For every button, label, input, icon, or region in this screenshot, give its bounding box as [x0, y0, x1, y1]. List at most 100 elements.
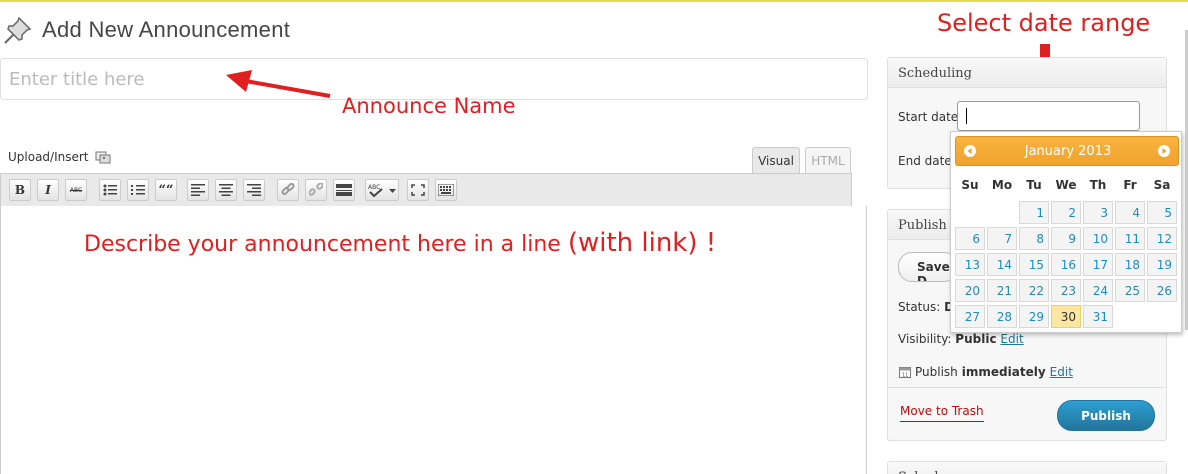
svg-text:11: 11	[902, 373, 908, 379]
svg-text:ABC: ABC	[368, 184, 380, 191]
bold-button[interactable]: B	[9, 179, 31, 201]
tab-html[interactable]: HTML	[805, 147, 851, 173]
strikethrough-label: ABC	[69, 186, 83, 194]
datepicker-popup: January 2013 Su Mo Tu We Th Fr Sa 1 2 3 4 5 6 7 8 9 10 11…	[950, 131, 1182, 333]
datepicker-header: January 2013	[955, 136, 1179, 166]
status-label: Status:	[898, 300, 941, 314]
calendar-day[interactable]: 4	[1115, 201, 1145, 224]
page-title: Add New Announcement	[42, 17, 291, 42]
insert-link-button[interactable]	[277, 179, 299, 201]
strikethrough-button[interactable]: ABC	[65, 179, 87, 201]
calendar-day[interactable]: 26	[1147, 279, 1177, 302]
upload-insert[interactable]: Upload/Insert	[8, 150, 111, 164]
weekday-header: Mo	[991, 178, 1013, 192]
visibility-edit-link[interactable]: Edit	[1000, 332, 1023, 346]
upload-insert-label: Upload/Insert	[8, 150, 89, 164]
scheduling-heading[interactable]: Scheduling	[888, 58, 1166, 88]
pushpin-icon	[2, 14, 34, 46]
calendar-day[interactable]: 31	[1083, 305, 1113, 328]
calendar-day[interactable]: 22	[1019, 279, 1049, 302]
weekday-header: Tu	[1026, 178, 1042, 192]
spellcheck-icon: ABC	[368, 184, 396, 198]
top-accent-line	[0, 0, 1188, 2]
insert-more-button[interactable]	[333, 179, 355, 201]
link-icon	[281, 183, 295, 196]
calendar-day[interactable]: 11	[1115, 227, 1145, 250]
calendar-icon: 11	[899, 366, 911, 379]
calendar-day[interactable]: 1	[1019, 201, 1049, 224]
calendar-day[interactable]: 8	[1019, 227, 1049, 250]
start-date-input[interactable]	[957, 101, 1140, 131]
end-date-label: End date	[898, 154, 952, 168]
kitchen-sink-button[interactable]	[435, 179, 457, 201]
calendar-day[interactable]: 25	[1115, 279, 1145, 302]
align-center-button[interactable]	[215, 179, 237, 201]
calendar-day[interactable]: 3	[1083, 201, 1113, 224]
calendar-day[interactable]: 12	[1147, 227, 1177, 250]
page-header: Add New Announcement	[2, 14, 290, 46]
numbered-list-icon	[131, 185, 145, 195]
bottom-box: Schedu	[887, 461, 1167, 474]
bullet-list-icon	[103, 184, 117, 196]
calendar-day[interactable]: 16	[1051, 253, 1081, 276]
publish-divider	[888, 387, 1166, 388]
calendar-day[interactable]: 2	[1051, 201, 1081, 224]
calendar-day[interactable]: 7	[987, 227, 1017, 250]
bold-label: B	[14, 183, 26, 197]
italic-label: I	[45, 183, 51, 197]
calendar-day[interactable]: 30	[1051, 305, 1081, 328]
add-media-icon[interactable]	[95, 151, 111, 164]
blockquote-button[interactable]: ““	[155, 179, 177, 201]
calendar-day[interactable]: 19	[1147, 253, 1177, 276]
annotation-arrow-left	[226, 70, 331, 98]
visibility-label: Visibility:	[898, 332, 952, 346]
calendar-day[interactable]: 29	[1019, 305, 1049, 328]
calendar-day[interactable]: 20	[955, 279, 985, 302]
fullscreen-button[interactable]	[407, 179, 429, 201]
unlink-button[interactable]	[305, 179, 327, 201]
save-draft-button[interactable]: Save D	[898, 252, 958, 282]
calendar-day[interactable]: 17	[1083, 253, 1113, 276]
numbered-list-button[interactable]	[127, 179, 149, 201]
bullet-list-button[interactable]	[99, 179, 121, 201]
visibility-row: Visibility: Public Edit	[898, 332, 1024, 346]
align-right-button[interactable]	[243, 179, 265, 201]
calendar-day[interactable]: 6	[955, 227, 985, 250]
weekday-header: We	[1055, 178, 1077, 192]
weekday-header: Su	[961, 178, 979, 192]
editor-toolbar: B I ABC ““ ABC	[0, 173, 852, 207]
calendar-day[interactable]: 27	[955, 305, 985, 328]
blockquote-label: ““	[158, 182, 174, 198]
calendar-day[interactable]: 28	[987, 305, 1017, 328]
publish-time-label: Publish	[915, 365, 958, 379]
calendar-day[interactable]: 13	[955, 253, 985, 276]
unlink-icon	[309, 183, 323, 196]
annotation-select-date-range: Select date range	[937, 9, 1151, 37]
calendar-day[interactable]: 10	[1083, 227, 1113, 250]
status-row: Status: D	[898, 300, 954, 314]
move-to-trash-link[interactable]: Move to Trash	[900, 404, 984, 422]
kitchen-sink-icon	[438, 184, 454, 196]
publish-time-edit-link[interactable]: Edit	[1050, 365, 1073, 379]
tab-visual[interactable]: Visual	[752, 147, 800, 174]
italic-button[interactable]: I	[37, 179, 59, 201]
datepicker-month-title: January 2013	[1024, 144, 1112, 159]
weekday-header: Th	[1089, 178, 1107, 192]
bottom-box-heading[interactable]: Schedu	[888, 462, 1166, 474]
spellcheck-button[interactable]: ABC	[365, 179, 399, 201]
calendar-day[interactable]: 21	[987, 279, 1017, 302]
next-month-icon[interactable]	[1158, 145, 1170, 157]
publish-button[interactable]: Publish	[1057, 400, 1155, 431]
annotation-describe-suffix: (with link) !	[567, 228, 717, 258]
calendar-day[interactable]: 24	[1083, 279, 1113, 302]
calendar-day[interactable]: 23	[1051, 279, 1081, 302]
start-date-label: Start date	[898, 110, 959, 124]
annotation-describe: Describe your announcement here in a lin…	[84, 228, 716, 258]
align-left-button[interactable]	[187, 179, 209, 201]
calendar-day[interactable]: 15	[1019, 253, 1049, 276]
calendar-day[interactable]: 5	[1147, 201, 1177, 224]
calendar-day[interactable]: 14	[987, 253, 1017, 276]
align-center-icon	[219, 184, 233, 196]
calendar-day[interactable]: 9	[1051, 227, 1081, 250]
calendar-day[interactable]: 18	[1115, 253, 1145, 276]
